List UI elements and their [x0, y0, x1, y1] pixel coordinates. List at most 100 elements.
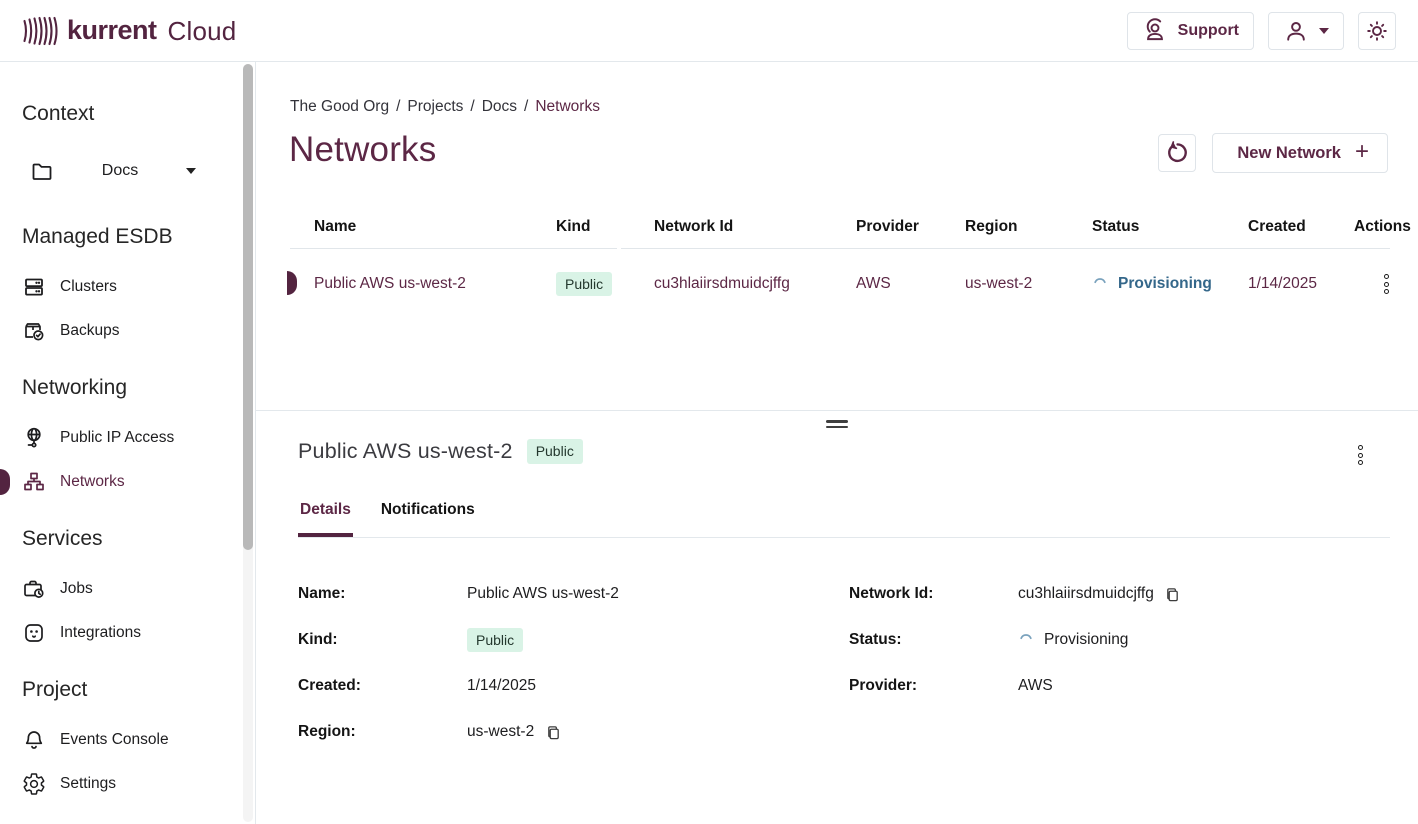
tab-details[interactable]: Details [298, 501, 353, 537]
table-row[interactable]: Public AWS us-west-2 Public cu3hlaiirsdm… [290, 262, 1418, 306]
col-created: Created [1224, 218, 1330, 236]
sidebar-heading-context: Context [0, 102, 241, 126]
sun-icon [1365, 19, 1389, 43]
cell-created: 1/14/2025 [1224, 275, 1330, 293]
kind-badge: Public [467, 628, 523, 653]
plus-icon: + [1355, 140, 1369, 164]
details-left-column: Name: Public AWS us-west-2 Kind: Public … [298, 571, 849, 755]
col-status: Status [1068, 218, 1224, 236]
panel-tabs: Details Notifications [298, 501, 477, 537]
provisioning-spinner-icon [1018, 632, 1034, 648]
sidebar-item-events-console[interactable]: Events Console [0, 727, 241, 753]
clusters-icon [22, 275, 46, 299]
tabs-divider [298, 537, 1390, 538]
field-value: cu3hlaiirsdmuidcjffg [1018, 585, 1378, 603]
table-header-divider [621, 248, 1390, 249]
user-menu-button[interactable] [1268, 12, 1344, 50]
chevron-down-icon [1319, 28, 1329, 34]
field-value: Public AWS us-west-2 [467, 585, 849, 603]
support-label: Support [1178, 22, 1239, 40]
sidebar-heading-networking: Networking [0, 376, 241, 400]
sidebar-item-label: Settings [60, 775, 116, 793]
status-text: Provisioning [1118, 275, 1212, 293]
support-headset-icon [1142, 18, 1168, 44]
sidebar-item-clusters[interactable]: Clusters [0, 274, 241, 300]
sidebar-item-jobs[interactable]: Jobs [0, 576, 241, 602]
panel-title: Public AWS us-west-2 [298, 439, 513, 464]
sidebar-item-networks-wrap: Networks [0, 469, 241, 495]
sidebar: Context Docs Managed ESDB Clusters [0, 62, 256, 824]
context-project-selector[interactable]: Docs [0, 154, 196, 188]
field-label: Kind: [298, 631, 467, 649]
sidebar-item-public-ip-access[interactable]: Public IP Access [0, 425, 241, 451]
region-value: us-west-2 [467, 723, 534, 741]
folder-icon [30, 159, 54, 183]
sidebar-item-settings[interactable]: Settings [0, 771, 241, 797]
status-text: Provisioning [1044, 631, 1128, 649]
logo-wordmark: kurrent [67, 17, 157, 44]
network-icon [22, 470, 46, 494]
sidebar-item-integrations[interactable]: Integrations [0, 620, 241, 646]
sidebar-item-networks[interactable]: Networks [0, 469, 241, 495]
sidebar-heading-services: Services [0, 527, 241, 551]
row-kebab-menu-icon[interactable] [1376, 272, 1396, 296]
breadcrumb-separator: / [470, 98, 474, 116]
gear-icon [22, 772, 46, 796]
cell-name[interactable]: Public AWS us-west-2 [290, 275, 532, 293]
network-detail-panel: Public AWS us-west-2 Public Details Noti… [256, 410, 1418, 824]
refresh-button[interactable] [1158, 134, 1196, 172]
logo-waves-icon [22, 14, 58, 48]
col-kind: Kind [532, 218, 630, 236]
sidebar-heading-project: Project [0, 678, 241, 702]
copy-icon[interactable] [1164, 585, 1182, 603]
cell-actions [1330, 272, 1406, 296]
col-provider: Provider [832, 218, 941, 236]
breadcrumb-project-docs[interactable]: Docs [482, 98, 517, 116]
theme-toggle-button[interactable] [1358, 12, 1396, 50]
tab-notifications[interactable]: Notifications [379, 501, 477, 537]
detail-row-kind: Kind: Public [298, 617, 849, 663]
detail-row-name: Name: Public AWS us-west-2 [298, 571, 849, 617]
field-label: Name: [298, 585, 467, 603]
breadcrumb-projects[interactable]: Projects [407, 98, 463, 116]
sidebar-item-label: Clusters [60, 278, 117, 296]
field-value: Public [467, 628, 849, 653]
breadcrumb-org[interactable]: The Good Org [290, 98, 389, 116]
detail-row-status: Status: Provisioning [849, 617, 1378, 663]
copy-icon[interactable] [544, 723, 562, 741]
field-label: Status: [849, 631, 1018, 649]
jobs-briefcase-icon [22, 577, 46, 601]
field-label: Region: [298, 723, 467, 741]
panel-title-row: Public AWS us-west-2 Public [298, 439, 583, 464]
sidebar-item-label: Backups [60, 322, 119, 340]
bell-icon [22, 728, 46, 752]
cell-region: us-west-2 [941, 275, 1068, 293]
cell-network-id: cu3hlaiirsdmuidcjffg [630, 275, 832, 293]
sidebar-heading-managed-esdb: Managed ESDB [0, 225, 241, 249]
network-id-value: cu3hlaiirsdmuidcjffg [1018, 585, 1154, 603]
sidebar-item-label: Events Console [60, 731, 169, 749]
kurrent-cloud-logo[interactable]: kurrent Cloud [22, 14, 236, 48]
breadcrumb-current-networks: Networks [535, 98, 600, 116]
sidebar-item-backups[interactable]: Backups [0, 318, 241, 344]
page-actions: New Network + [1158, 133, 1388, 173]
col-name: Name [290, 218, 532, 236]
field-value: AWS [1018, 677, 1378, 695]
details-right-column: Network Id: cu3hlaiirsdmuidcjffg Status: [849, 571, 1378, 709]
panel-drag-handle[interactable] [826, 420, 848, 428]
panel-kind-badge: Public [527, 439, 583, 464]
sidebar-scrollbar-thumb[interactable] [243, 64, 253, 550]
breadcrumb-separator: / [524, 98, 528, 116]
detail-row-provider: Provider: AWS [849, 663, 1378, 709]
new-network-button[interactable]: New Network + [1212, 133, 1388, 173]
panel-kebab-menu-icon[interactable] [1350, 443, 1370, 467]
sidebar-item-label: Jobs [60, 580, 93, 598]
support-button[interactable]: Support [1127, 12, 1254, 50]
user-icon [1283, 18, 1309, 44]
integrations-outlet-icon [22, 621, 46, 645]
refresh-icon [1164, 140, 1190, 166]
kind-badge: Public [556, 272, 612, 297]
col-actions: Actions [1330, 218, 1406, 236]
field-value: Provisioning [1018, 631, 1378, 649]
cell-kind: Public [532, 272, 630, 297]
